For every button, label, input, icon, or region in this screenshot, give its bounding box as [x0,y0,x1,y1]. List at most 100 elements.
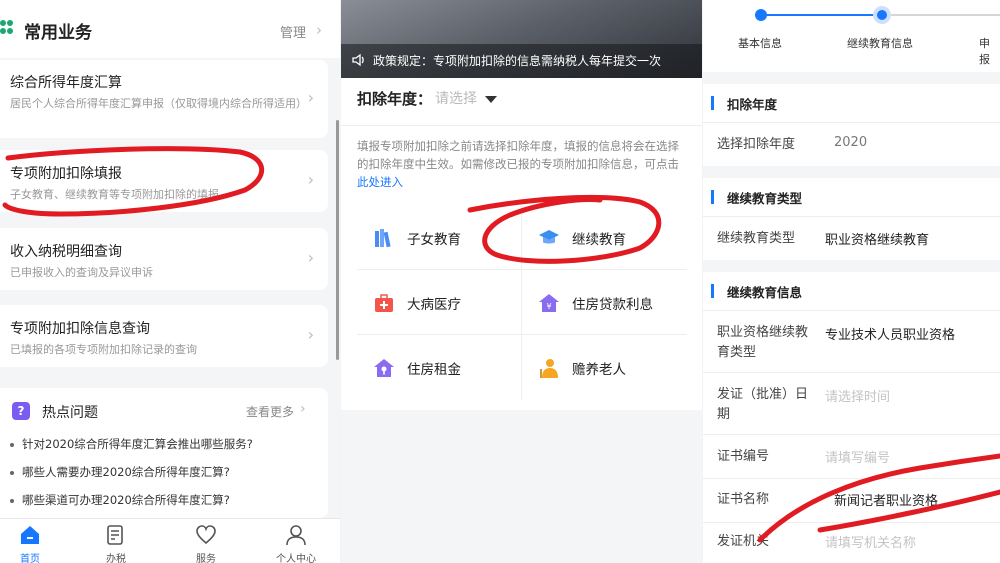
service-card-title: 收入纳税明细查询 [10,244,122,260]
grid-logo-icon [0,20,14,36]
empty-area [341,410,702,563]
enter-here-link[interactable]: 此处进入 [357,175,403,189]
caret-down-icon [485,96,497,103]
svg-text:¥: ¥ [546,302,551,311]
step-connector [891,14,1000,16]
continuing-education-form-screen: 基本信息 继续教育信息 申报 扣除年度 选择扣除年度 2020 继续教育类型 继… [703,0,1000,563]
category-serious-illness[interactable]: 大病医疗 [357,270,522,335]
field-value: 专业技术人员职业资格 [825,328,956,343]
chevron-right-icon: › [316,21,322,39]
service-card-title: 专项附加扣除填报 [10,166,122,182]
step-dot-current [873,6,891,24]
special-deduction-screen: 政策规定：专项附加扣除的信息需纳税人每年提交一次 扣除年度： 请选择 填报专项附… [341,0,702,563]
service-card-desc: 已申报收入的查询及异议申诉 [10,266,153,279]
section-title: 扣除年度 [727,97,778,112]
policy-notice-text: 政策规定：专项附加扣除的信息需纳税人每年提交一次 [373,54,662,68]
chevron-right-icon: › [307,325,314,344]
category-continuing-education[interactable]: 继续教育 [522,205,687,270]
question-bubble-icon: ? [12,402,30,420]
deduction-year-dropdown[interactable]: 请选择 [435,88,477,108]
field-label: 证书编号 [717,449,770,464]
form-row-issuing-authority[interactable]: 发证机关 请填写机关名称 [703,522,1000,563]
issuing-authority-input[interactable]: 请填写机关名称 [825,532,916,551]
scrollbar[interactable] [336,120,339,360]
category-housing-rent[interactable]: 住房租金 [357,335,522,400]
progress-steps: 基本信息 继续教育信息 申报 [703,0,1000,72]
hot-questions-card: ? 热点问题 查看更多 › 针对2020综合所得年度汇算会推出哪些服务? 哪些人… [0,388,328,518]
deduction-category-grid: 子女教育 继续教育 大病医疗 ¥ 住房贷款利息 住房租金 赡养老人 [357,205,687,400]
house-key-icon [374,359,394,377]
field-label: 职业资格继续教育类型 [717,325,809,360]
step-dot-done [755,9,767,21]
category-children-education[interactable]: 子女教育 [357,205,522,270]
tab-home[interactable]: 首页 [0,519,60,563]
category-housing-loan-interest[interactable]: ¥ 住房贷款利息 [522,270,687,335]
service-card-annual-settlement[interactable]: 综合所得年度汇算 居民个人综合所得年度汇算申报（仅取得境内综合所得适用） › [0,60,328,138]
certificate-name-input[interactable]: 新闻记者职业资格 [834,490,938,509]
section-title: 继续教育信息 [727,285,803,300]
field-value: 2020 [834,135,868,150]
form-row-issue-date[interactable]: 发证（批准）日期 请选择时间 [703,372,1000,434]
home-icon [21,526,39,544]
tab-tax[interactable]: 办税 [86,519,146,563]
section-deduction-year: 扣除年度 [703,84,1000,122]
service-card-special-deduction-fill[interactable]: 专项附加扣除填报 子女教育、继续教育等专项附加扣除的填报 › [0,150,328,212]
field-value: 职业资格继续教育 [825,233,930,248]
form-row-deduction-year[interactable]: 选择扣除年度 2020 [703,122,1000,166]
chevron-right-icon: › [307,88,314,107]
field-label: 选择扣除年度 [717,137,796,152]
deduction-year-label: 扣除年度： [357,90,433,108]
field-label: 证书名称 [717,492,770,507]
chevron-right-icon: › [307,170,314,189]
hot-question-item[interactable]: 针对2020综合所得年度汇算会推出哪些服务? [10,436,253,452]
step-label: 继续教育信息 [847,37,913,50]
document-edit-icon [107,525,123,545]
section-education-info: 继续教育信息 [703,272,1000,310]
form-row-certificate-number[interactable]: 证书编号 请填写编号 [703,434,1000,478]
screenshot-collage: 常用业务 管理 › 综合所得年度汇算 居民个人综合所得年度汇算申报（仅取得境内综… [0,0,1000,563]
form-row-qualification-type[interactable]: 职业资格继续教育类型 专业技术人员职业资格 [703,310,1000,372]
service-card-desc: 居民个人综合所得年度汇算申报（仅取得境内综合所得适用） [10,97,307,110]
user-icon [286,525,306,546]
category-elderly-support[interactable]: 赡养老人 [522,335,687,400]
hot-question-item[interactable]: 哪些人需要办理2020综合所得年度汇算? [10,464,230,480]
step-connector [761,14,881,16]
section-title: 继续教育类型 [727,191,803,206]
chevron-right-icon: › [300,401,306,417]
field-label: 继续教育类型 [717,231,796,246]
medical-kit-icon [375,294,393,312]
house-yen-icon: ¥ [539,294,559,312]
view-more-link[interactable]: 查看更多 [246,403,294,420]
manage-link[interactable]: 管理 [280,22,306,41]
service-card-income-tax-query[interactable]: 收入纳税明细查询 已申报收入的查询及异议申诉 › [0,228,328,290]
speaker-icon [352,53,364,67]
heart-hand-icon [196,525,216,545]
books-icon [375,229,391,248]
common-services-screen: 常用业务 管理 › 综合所得年度汇算 居民个人综合所得年度汇算申报（仅取得境内综… [0,0,340,563]
service-card-desc: 已填报的各项专项附加扣除记录的查询 [10,343,197,356]
services-header: 常用业务 管理 › [0,0,340,58]
graduation-cap-icon [539,230,559,244]
chevron-right-icon: › [307,248,314,267]
tab-service[interactable]: 服务 [176,519,236,563]
hot-question-item[interactable]: 哪些渠道可办理2020综合所得年度汇算? [10,492,230,508]
deduction-year-selector[interactable]: 扣除年度： 请选择 [341,78,702,126]
section-education-type: 继续教育类型 [703,178,1000,216]
form-row-certificate-name[interactable]: 证书名称 新闻记者职业资格 [703,478,1000,522]
elderly-icon [540,359,558,378]
bottom-tab-bar: 首页 办税 服务 个人中心 [0,518,340,563]
service-card-desc: 子女教育、继续教育等专项附加扣除的填报 [10,188,219,201]
tab-personal-center[interactable]: 个人中心 [266,519,326,563]
hot-questions-title: 热点问题 [42,405,98,421]
date-picker-field[interactable]: 请选择时间 [825,386,890,405]
step-label: 基本信息 [738,37,782,50]
step-label: 申报 [979,37,990,66]
certificate-number-input[interactable]: 请填写编号 [825,447,890,466]
deduction-info-text: 填报专项附加扣除之前请选择扣除年度，填报的信息将会在选择的扣除年度中生效。如需修… [357,139,679,189]
service-card-special-deduction-query[interactable]: 专项附加扣除信息查询 已填报的各项专项附加扣除记录的查询 › [0,305,328,367]
service-card-title: 专项附加扣除信息查询 [10,321,150,337]
form-row-education-type[interactable]: 继续教育类型 职业资格继续教育 [703,216,1000,260]
services-title: 常用业务 [24,23,92,43]
service-card-title: 综合所得年度汇算 [10,75,122,91]
field-label: 发证机关 [717,534,770,549]
